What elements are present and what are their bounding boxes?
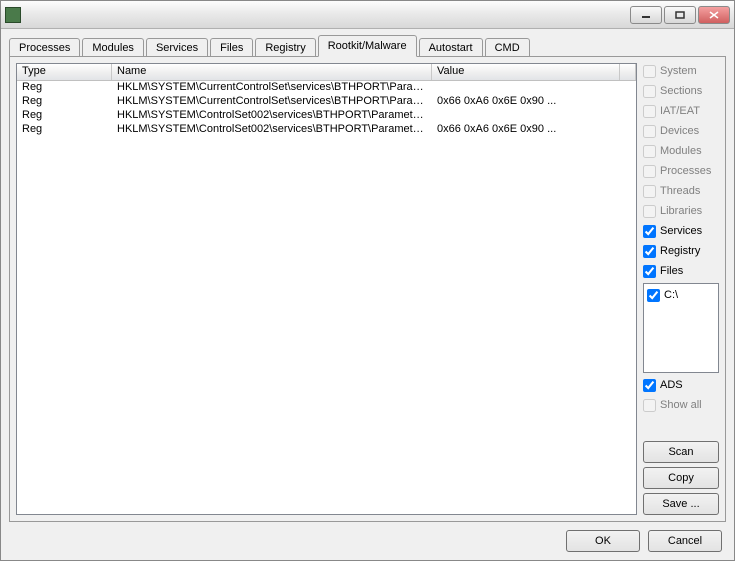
- save-button[interactable]: Save ...: [643, 493, 719, 515]
- close-button[interactable]: [698, 6, 730, 24]
- check-system: System: [643, 63, 719, 79]
- minimize-icon: [641, 11, 651, 19]
- check-ads[interactable]: ADS: [643, 377, 719, 393]
- tab-bar: Processes Modules Services Files Registr…: [9, 35, 726, 56]
- tab-processes[interactable]: Processes: [9, 38, 80, 57]
- col-type[interactable]: Type: [17, 64, 112, 80]
- tab-registry[interactable]: Registry: [255, 38, 315, 57]
- close-icon: [709, 11, 719, 19]
- check-files[interactable]: Files: [643, 263, 719, 279]
- app-icon: [5, 7, 21, 23]
- content-area: Processes Modules Services Files Registr…: [1, 29, 734, 560]
- tab-files[interactable]: Files: [210, 38, 253, 57]
- options-sidebar: System Sections IAT/EAT Devices Modules …: [643, 63, 719, 515]
- list-header: Type Name Value: [17, 64, 636, 81]
- check-showall: Show all: [643, 397, 719, 413]
- check-registry[interactable]: Registry: [643, 243, 719, 259]
- maximize-icon: [675, 11, 685, 19]
- tab-rootkit-malware[interactable]: Rootkit/Malware: [318, 35, 417, 57]
- drive-list[interactable]: C:\: [643, 283, 719, 373]
- check-libraries: Libraries: [643, 203, 719, 219]
- tab-panel: Type Name Value Reg HKLM\SYSTEM\CurrentC…: [9, 56, 726, 522]
- table-row[interactable]: Reg HKLM\SYSTEM\CurrentControlSet\servic…: [17, 95, 636, 109]
- scan-button[interactable]: Scan: [643, 441, 719, 463]
- check-services[interactable]: Services: [643, 223, 719, 239]
- app-window: Processes Modules Services Files Registr…: [0, 0, 735, 561]
- tab-autostart[interactable]: Autostart: [419, 38, 483, 57]
- check-threads: Threads: [643, 183, 719, 199]
- check-devices: Devices: [643, 123, 719, 139]
- tab-cmd[interactable]: CMD: [485, 38, 530, 57]
- copy-button[interactable]: Copy: [643, 467, 719, 489]
- table-row[interactable]: Reg HKLM\SYSTEM\CurrentControlSet\servic…: [17, 81, 636, 95]
- col-value[interactable]: Value: [432, 64, 620, 80]
- cancel-button[interactable]: Cancel: [648, 530, 722, 552]
- table-row[interactable]: Reg HKLM\SYSTEM\ControlSet002\services\B…: [17, 109, 636, 123]
- list-body: Reg HKLM\SYSTEM\CurrentControlSet\servic…: [17, 81, 636, 137]
- check-iateat: IAT/EAT: [643, 103, 719, 119]
- col-name[interactable]: Name: [112, 64, 432, 80]
- col-spacer: [620, 64, 636, 80]
- check-processes: Processes: [643, 163, 719, 179]
- dialog-buttons: OK Cancel: [566, 530, 722, 552]
- titlebar[interactable]: [1, 1, 734, 29]
- table-row[interactable]: Reg HKLM\SYSTEM\ControlSet002\services\B…: [17, 123, 636, 137]
- ok-button[interactable]: OK: [566, 530, 640, 552]
- check-modules: Modules: [643, 143, 719, 159]
- results-list[interactable]: Type Name Value Reg HKLM\SYSTEM\CurrentC…: [16, 63, 637, 515]
- check-drive-c[interactable]: C:\: [647, 287, 715, 303]
- check-sections: Sections: [643, 83, 719, 99]
- maximize-button[interactable]: [664, 6, 696, 24]
- tab-modules[interactable]: Modules: [82, 38, 144, 57]
- tab-services[interactable]: Services: [146, 38, 208, 57]
- minimize-button[interactable]: [630, 6, 662, 24]
